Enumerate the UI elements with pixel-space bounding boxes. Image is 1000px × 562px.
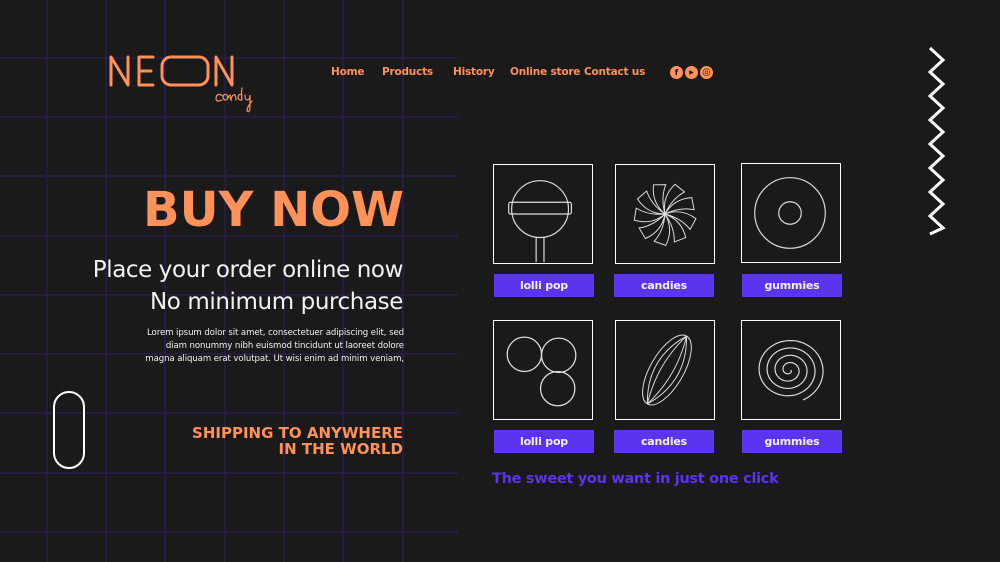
product-card-candies-2[interactable] bbox=[615, 320, 715, 420]
product-card-lollipop-2[interactable] bbox=[493, 320, 593, 420]
product-label-candies-2[interactable]: candies bbox=[614, 430, 714, 453]
striped-candy-icon bbox=[642, 334, 692, 406]
hero-subheading: Place your order online now No minimum p… bbox=[92, 254, 404, 318]
swirl-candy-icon bbox=[633, 183, 697, 246]
spiral-gummy-icon bbox=[758, 340, 824, 401]
nav-products[interactable]: Products bbox=[382, 66, 433, 78]
product-label-lollipop[interactable]: lolli pop bbox=[494, 274, 594, 297]
description-line-1: Lorem ipsum dolor sit amet, consectetuer… bbox=[147, 328, 404, 338]
nav-contact-us[interactable]: Contact us bbox=[584, 66, 645, 78]
instagram-icon[interactable]: ◎ bbox=[700, 66, 713, 79]
product-card-gummies[interactable] bbox=[741, 163, 841, 263]
shipping-line-1: SHIPPING TO ANYWHERE bbox=[192, 424, 403, 442]
ring-gummy-icon bbox=[754, 177, 826, 249]
three-balls-icon bbox=[506, 336, 577, 407]
product-label-lollipop-2[interactable]: lolli pop bbox=[494, 430, 594, 453]
buy-now-headline: BUY NOW bbox=[143, 182, 404, 238]
neon-candy-logo[interactable] bbox=[108, 52, 273, 118]
product-card-candies[interactable] bbox=[615, 164, 715, 264]
product-label-gummies[interactable]: gummies bbox=[742, 274, 842, 297]
subheading-line-1: Place your order online now bbox=[92, 257, 404, 283]
facebook-icon[interactable]: f bbox=[670, 66, 683, 79]
shipping-banner: SHIPPING TO ANYWHERE IN THE WORLD bbox=[192, 425, 403, 457]
tagline: The sweet you want in just one click bbox=[492, 471, 779, 487]
product-card-lollipop[interactable] bbox=[493, 164, 593, 264]
pill-decoration bbox=[53, 391, 85, 469]
product-card-gummies-2[interactable] bbox=[741, 320, 841, 420]
product-label-candies[interactable]: candies bbox=[614, 274, 714, 297]
hero-description: Lorem ipsum dolor sit amet, consectetuer… bbox=[104, 327, 404, 366]
description-line-3: magna aliquam erat volutpat. Ut wisi eni… bbox=[145, 354, 404, 364]
nav-home[interactable]: Home bbox=[331, 66, 364, 78]
nav-online-store[interactable]: Online store bbox=[510, 66, 580, 78]
subheading-line-2: No minimum purchase bbox=[149, 289, 403, 315]
swirl-blades bbox=[633, 183, 697, 246]
product-label-gummies-2[interactable]: gummies bbox=[742, 430, 842, 453]
zigzag-decoration bbox=[927, 46, 946, 236]
social-links: f ▶ ◎ bbox=[670, 66, 713, 79]
description-line-2: diam nonummy nibh euismod tincidunt ut l… bbox=[165, 341, 404, 351]
shipping-line-2: IN THE WORLD bbox=[278, 440, 403, 458]
lollipop-icon bbox=[508, 180, 573, 263]
nav-history[interactable]: History bbox=[453, 66, 495, 78]
youtube-icon[interactable]: ▶ bbox=[685, 66, 698, 79]
